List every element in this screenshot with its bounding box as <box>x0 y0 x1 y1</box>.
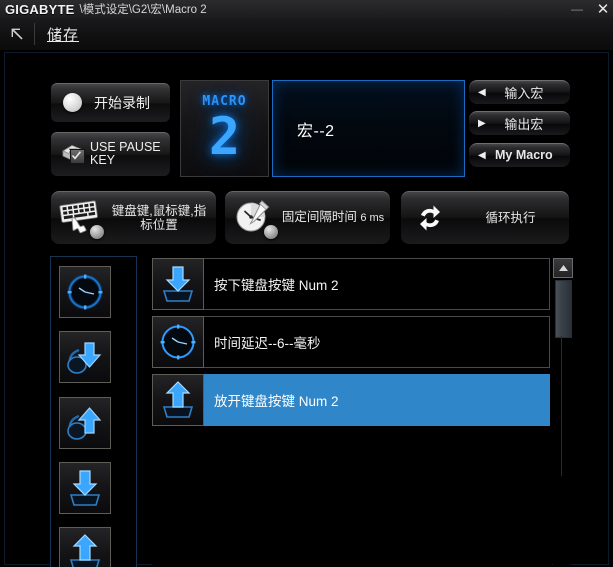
palette-item-mouse-press[interactable] <box>59 331 111 383</box>
close-icon[interactable]: ✕ <box>595 1 611 17</box>
loop-execution-button[interactable]: 循环执行 <box>400 190 570 245</box>
right-arrow-icon: ▶ <box>478 117 486 129</box>
left-arrow-icon-2: ◀ <box>478 149 486 161</box>
back-arrow-icon[interactable] <box>0 19 34 49</box>
macro-logo: MACRO 2 <box>180 80 269 177</box>
scrollbar-track[interactable] <box>561 336 562 476</box>
list-item-label: 放开键盘按键 Num 2 <box>214 394 339 409</box>
macro-logo-number: 2 <box>208 107 241 167</box>
import-macro-label: 输入宏 <box>504 85 544 101</box>
list-item-label: 按下键盘按键 Num 2 <box>214 278 339 293</box>
left-arrow-icon: ◀ <box>478 86 486 98</box>
scope-indicator-knob <box>90 224 104 239</box>
keyboard-mouse-icon <box>58 198 104 239</box>
title-bar: GIGABYTE \模式设定\G2\宏\Macro 2 — ✕ <box>0 0 613 19</box>
pause-key-icon <box>60 142 86 166</box>
key-press-icon <box>152 258 204 310</box>
import-macro-button[interactable]: ◀ 输入宏 <box>468 79 571 105</box>
pause-label-line2: KEY <box>90 153 116 167</box>
fixed-interval-button[interactable]: 固定间隔时间 6 ms <box>224 190 391 245</box>
clock-pen-icon <box>232 198 278 239</box>
fixed-interval-label: 固定间隔时间 6 ms <box>276 210 390 225</box>
fixed-interval-text: 固定间隔时间 <box>281 210 357 224</box>
palette-item-mouse-release[interactable] <box>59 397 111 449</box>
loop-execution-label: 循环执行 <box>485 210 536 225</box>
my-macro-label: My Macro <box>495 148 553 162</box>
table-row[interactable]: 放开键盘按键 Num 2 <box>152 374 550 426</box>
palette-item-delay[interactable] <box>59 266 111 318</box>
macro-name-value: 宏--2 <box>297 122 335 140</box>
palette-item-key-release[interactable] <box>59 527 111 567</box>
record-dot-icon <box>63 93 82 112</box>
start-recording-label: 开始录制 <box>94 94 150 111</box>
palette-item-key-press[interactable] <box>59 462 111 514</box>
macro-name-field[interactable]: 宏--2 <box>272 80 465 177</box>
brand-logo: GIGABYTE <box>5 1 75 17</box>
macro-editor-window: GIGABYTE \模式设定\G2\宏\Macro 2 — ✕ 储存 开始录制 <box>0 0 613 567</box>
window-controls: — ✕ <box>569 0 611 18</box>
scrollbar-thumb[interactable] <box>555 280 572 338</box>
action-palette <box>50 256 137 567</box>
export-macro-button[interactable]: ▶ 输出宏 <box>468 110 571 136</box>
clock-icon <box>152 316 204 368</box>
scroll-up-icon[interactable] <box>553 258 573 278</box>
table-row[interactable]: 时间延迟--6--毫秒 <box>152 316 550 368</box>
fixed-interval-value: 6 ms <box>360 212 385 224</box>
window-title-path: \模式设定\G2\宏\Macro 2 <box>79 4 207 16</box>
use-pause-key-button[interactable]: USE PAUSE KEY <box>50 131 171 177</box>
record-scope-label: 键盘键,鼠标键,指标位置 <box>111 203 207 232</box>
interval-indicator-knob <box>264 224 278 239</box>
start-recording-button[interactable]: 开始录制 <box>50 82 171 123</box>
loop-icon <box>408 198 452 238</box>
table-row[interactable]: 按下键盘按键 Num 2 <box>152 258 550 310</box>
list-item-label: 时间延迟--6--毫秒 <box>214 336 321 351</box>
use-pause-key-label: USE PAUSE KEY <box>90 141 161 167</box>
minimize-icon[interactable]: — <box>569 1 585 17</box>
toolbar: 储存 <box>0 18 613 51</box>
key-release-icon <box>152 374 204 426</box>
action-list: 按下键盘按键 Num 2 时间延迟--6--毫秒 放开键盘按键 Num 2 <box>152 258 552 567</box>
toolbar-divider <box>34 23 35 45</box>
record-scope-button[interactable]: 键盘键,鼠标键,指标位置 <box>50 190 217 245</box>
export-macro-label: 输出宏 <box>504 116 544 132</box>
list-scrollbar[interactable] <box>553 258 573 567</box>
pause-key-checkbox[interactable] <box>70 149 85 164</box>
my-macro-button[interactable]: ◀ My Macro <box>468 142 571 168</box>
save-button[interactable]: 储存 <box>41 24 85 45</box>
